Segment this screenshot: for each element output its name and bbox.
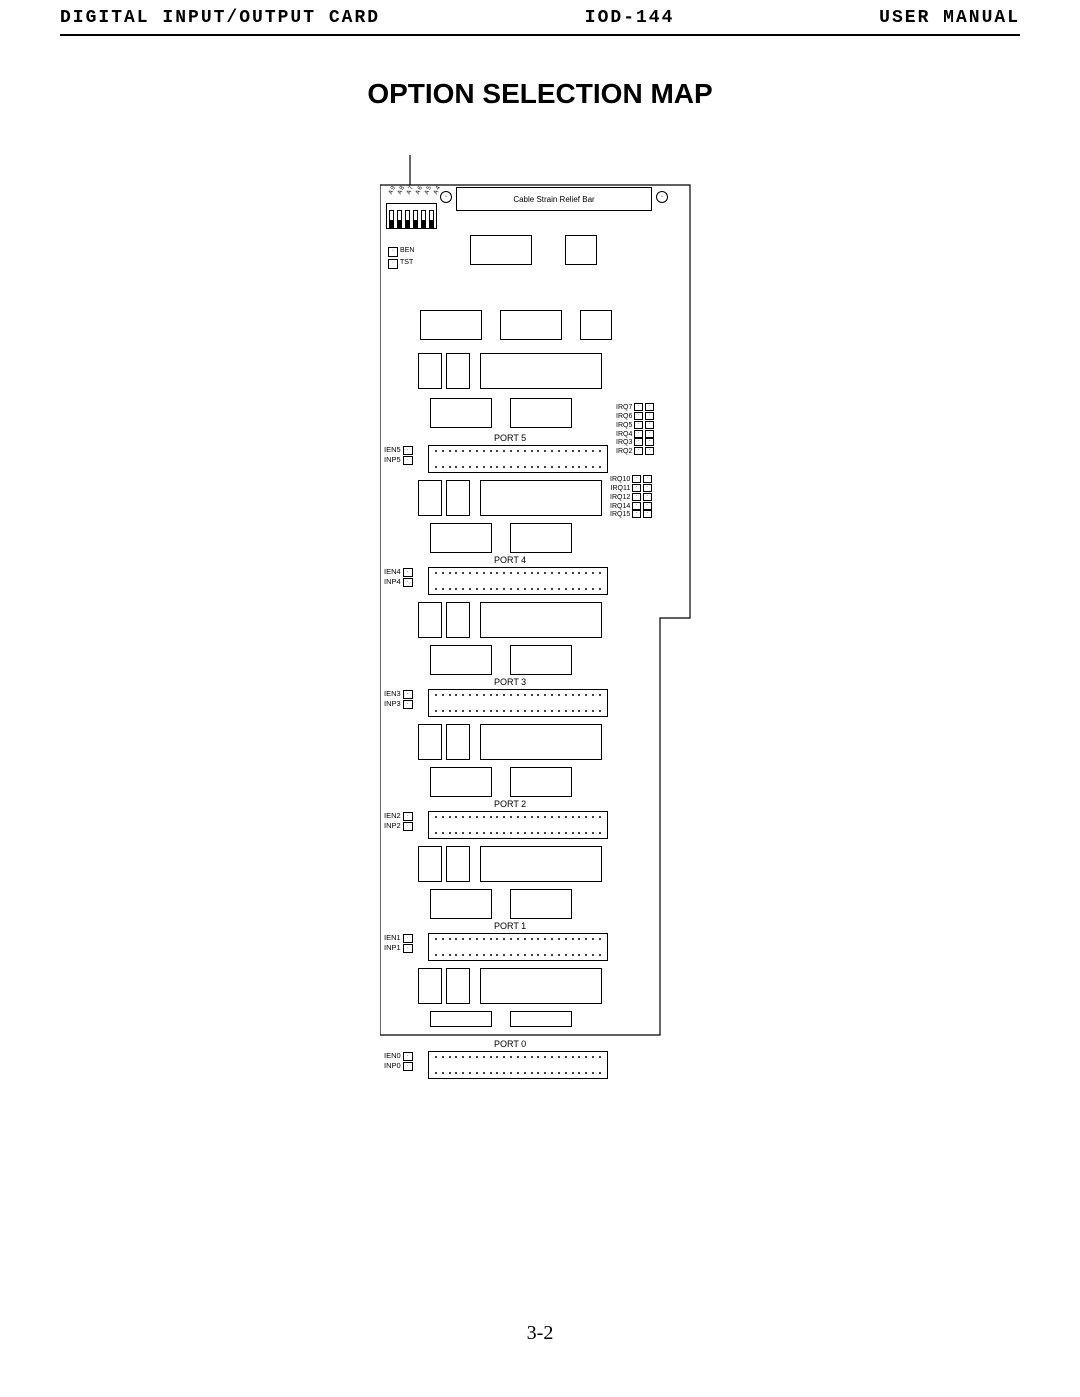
header-center: IOD-144 — [585, 8, 675, 28]
jumper-tst-label: TST — [400, 259, 413, 267]
ic-rect — [565, 235, 597, 265]
jumper-ben: · — [388, 247, 398, 257]
irq-jumper-block-a: IRQ7·· IRQ6·· IRQ5·· IRQ4·· IRQ3·· IRQ2·… — [616, 403, 654, 456]
ic-square — [446, 602, 470, 638]
port-0-label: PORT 0 — [494, 1039, 526, 1049]
port-5-ien-inp: IEN5· INP5· — [384, 445, 413, 465]
ic-rect — [510, 1011, 572, 1027]
strain-relief-label: Cable Strain Relief Bar — [513, 195, 594, 204]
ic-square — [446, 724, 470, 760]
port-3-header — [428, 689, 608, 717]
ic-square — [446, 968, 470, 1004]
ic-square — [446, 846, 470, 882]
ic-rect — [430, 889, 492, 919]
ic-rect — [510, 523, 572, 553]
ic-rect — [430, 645, 492, 675]
ic-square — [418, 480, 442, 516]
port-4-label: PORT 4 — [494, 555, 526, 565]
page: DIGITAL INPUT/OUTPUT CARD IOD-144 USER M… — [0, 0, 1080, 1397]
ic-rect — [580, 310, 612, 340]
dip-address-labels: A9 A8 A7 A6 A5 A4 — [388, 187, 442, 193]
port-0-ien-inp: IEN0· INP0· — [384, 1051, 413, 1071]
port-5-label: PORT 5 — [494, 433, 526, 443]
jumper-tst: · — [388, 259, 398, 269]
port-2-label: PORT 2 — [494, 799, 526, 809]
jumper-ben-label: BEN — [400, 247, 414, 255]
ic-wide — [480, 602, 602, 638]
ic-wide — [480, 968, 602, 1004]
ic-square — [418, 968, 442, 1004]
port-1-ien-inp: IEN1· INP1· — [384, 933, 413, 953]
ic-square — [446, 480, 470, 516]
ic-rect — [500, 310, 562, 340]
port-0-header — [428, 1051, 608, 1079]
address-dip-switch — [386, 203, 437, 229]
port-2-header — [428, 811, 608, 839]
port-3-label: PORT 3 — [494, 677, 526, 687]
ic-square — [418, 353, 442, 389]
header-rule — [60, 34, 1020, 36]
header-left: DIGITAL INPUT/OUTPUT CARD — [60, 8, 380, 28]
port-5-header — [428, 445, 608, 473]
port-1-header — [428, 933, 608, 961]
ic-square — [418, 846, 442, 882]
ic-rect — [510, 889, 572, 919]
ic-rect — [510, 767, 572, 797]
ic-wide — [480, 846, 602, 882]
ic-rect — [430, 398, 492, 428]
port-1-label: PORT 1 — [494, 921, 526, 931]
page-header: DIGITAL INPUT/OUTPUT CARD IOD-144 USER M… — [60, 8, 1020, 28]
port-4-header — [428, 567, 608, 595]
cable-strain-relief-bar: Cable Strain Relief Bar — [456, 187, 652, 211]
port-4-ien-inp: IEN4· INP4· — [384, 567, 413, 587]
page-number: 3-2 — [0, 1322, 1080, 1345]
ic-rect — [510, 398, 572, 428]
port-3-ien-inp: IEN3· INP3· — [384, 689, 413, 709]
ic-wide — [480, 480, 602, 516]
page-title: OPTION SELECTION MAP — [0, 78, 1080, 110]
ic-wide — [480, 353, 602, 389]
ic-rect — [430, 523, 492, 553]
screw-icon: ◦ — [656, 191, 668, 203]
board-diagram: ◦ Cable Strain Relief Bar ◦ A9 A8 A7 A6 … — [380, 155, 720, 1203]
ic-rect — [430, 1011, 492, 1027]
ic-rect — [470, 235, 532, 265]
header-right: USER MANUAL — [879, 8, 1020, 28]
ic-rect — [510, 645, 572, 675]
ic-square — [446, 353, 470, 389]
ic-square — [418, 602, 442, 638]
ic-wide — [480, 724, 602, 760]
ic-square — [418, 724, 442, 760]
port-2-ien-inp: IEN2· INP2· — [384, 811, 413, 831]
irq-jumper-block-b: IRQ10·· IRQ11·· IRQ12·· IRQ14·· IRQ15·· — [610, 475, 652, 519]
ic-rect — [420, 310, 482, 340]
ic-rect — [430, 767, 492, 797]
